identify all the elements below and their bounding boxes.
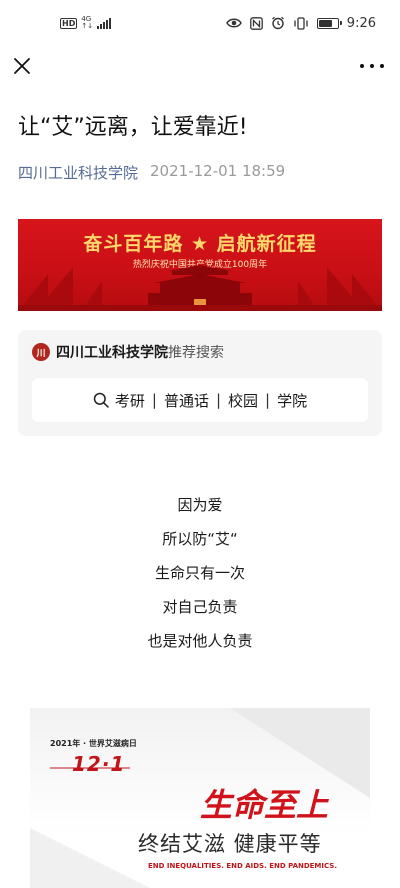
clock: 9:26 [346,15,376,31]
vibrate-icon [294,16,308,30]
body-line: 也是对他人负责 [147,632,253,650]
poster-theme: 终结艾滋 健康平等 [138,832,322,856]
recommended-search-card: 川 四川工业科技学院推荐搜索 考研 | 普通话 | 校园 | 学院 [18,330,382,436]
keyword-item[interactable]: 普通话 [164,390,209,411]
keyword-item[interactable]: 校园 [228,390,258,411]
body-line: 生命只有一次 [154,564,245,582]
close-button[interactable] [10,54,34,78]
search-icon [93,392,109,408]
poster-date: 12·1 [72,752,126,776]
keyword-item[interactable]: 学院 [277,390,307,411]
more-button[interactable] [360,54,384,78]
battery-icon [316,17,342,29]
article-body: 因为爱 所以防“艾“ 生命只有一次 对自己负责 也是对他人负责 [0,494,400,664]
world-aids-day-poster: 2021年 · 世界艾滋病日 12·1 生命至上 终结艾滋 健康平等 END I… [30,708,370,888]
recommend-label: 推荐搜索 [168,345,224,361]
poster-slogan: 生命至上 [200,786,329,824]
banner-image: 奋斗百年路 ★ 启航新征程 热烈庆祝中国共产党成立100周年 [18,219,382,311]
nav-bar [0,46,400,86]
school-logo-icon: 川 [32,343,50,361]
search-keywords-box[interactable]: 考研 | 普通话 | 校园 | 学院 [32,378,368,422]
card-header: 川 四川工业科技学院推荐搜索 [32,342,224,362]
article-meta: 四川工业科技学院 2021-12-01 18:59 [18,162,285,183]
poster-english-slogan: END INEQUALITIES. END AIDS. END PANDEMIC… [148,862,337,870]
account-link[interactable]: 四川工业科技学院 [18,162,138,183]
keyword-item[interactable]: 考研 [115,390,145,411]
tiananmen-illustration [18,265,382,311]
body-line: 因为爱 [177,496,223,514]
body-line: 所以防“艾“ [162,530,238,548]
article-title: 让“艾”远离，让爱靠近! [18,115,248,140]
school-name[interactable]: 四川工业科技学院 [56,345,168,361]
battery-level [318,19,333,27]
signal-icon [97,17,112,29]
alarm-icon [271,16,284,30]
eye-icon [225,18,242,28]
network-status: HD 4G ↑↓ [60,15,112,30]
publish-date: 2021-12-01 18:59 [150,162,286,180]
network-type: 4G ↑↓ [81,15,94,30]
close-icon [14,58,30,74]
status-bar: HD 4G ↑↓ 9:26 [0,0,400,46]
body-line: 对自己负责 [162,598,238,616]
more-icon [360,64,364,68]
hd-badge: HD [60,17,78,29]
poster-caption: 2021年 · 世界艾滋病日 [50,739,137,748]
nfc-icon [249,16,263,30]
